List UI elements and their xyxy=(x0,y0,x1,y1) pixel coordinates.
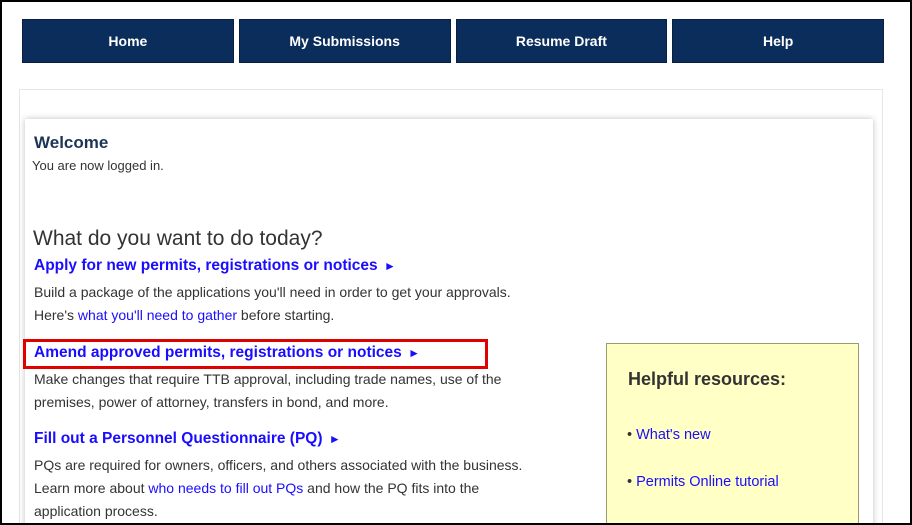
amend-link-label: Amend approved permits, registrations or… xyxy=(34,344,402,361)
what-to-gather-link[interactable]: what you'll need to gather xyxy=(78,307,237,323)
bullet-icon: • xyxy=(627,427,633,443)
tutorial-label: Permits Online tutorial xyxy=(636,474,779,490)
who-needs-pq-link[interactable]: who needs to fill out PQs xyxy=(148,480,303,496)
nav-help-button[interactable]: Help xyxy=(672,19,884,63)
play-arrow-icon: ► xyxy=(383,259,396,273)
apply-desc-prefix: Here's xyxy=(34,307,78,323)
play-arrow-icon: ► xyxy=(328,432,341,446)
helpful-resources-panel: Helpful resources: • What's new • Permits … xyxy=(606,343,859,523)
apply-desc-suffix: before starting. xyxy=(237,307,335,323)
apply-description-line2: Here's what you'll need to gather before… xyxy=(34,304,334,327)
bullet-icon: • xyxy=(627,474,633,490)
welcome-title: Welcome xyxy=(34,133,109,152)
page-question-heading: What do you want to do today? xyxy=(33,227,323,250)
whats-new-link[interactable]: • What's new xyxy=(627,427,711,443)
apply-new-permits-link[interactable]: Apply for new permits, registrations or … xyxy=(34,257,396,275)
apply-link-label: Apply for new permits, registrations or … xyxy=(34,257,378,274)
amend-approved-permits-link[interactable]: Amend approved permits, registrations or… xyxy=(34,344,420,362)
pq-desc-prefix: Learn more about xyxy=(34,480,149,496)
whats-new-label: What's new xyxy=(636,427,711,443)
play-arrow-icon: ► xyxy=(408,346,420,360)
nav-home-button[interactable]: Home xyxy=(22,19,234,63)
main-nav: Home My Submissions Resume Draft Help xyxy=(22,19,884,63)
pq-description-line3: application process. xyxy=(34,503,158,519)
apply-description-line1: Build a package of the applications you'… xyxy=(34,284,511,300)
nav-my-submissions-button[interactable]: My Submissions xyxy=(238,19,451,63)
amend-description-line1: Make changes that require TTB approval, … xyxy=(34,371,502,387)
amend-description-line2: premises, power of attorney, transfers i… xyxy=(34,394,389,410)
welcome-subtitle: You are now logged in. xyxy=(32,158,164,173)
pq-description-line2: Learn more about who needs to fill out P… xyxy=(34,477,479,500)
personnel-questionnaire-link[interactable]: Fill out a Personnel Questionnaire (PQ) … xyxy=(34,430,341,448)
permits-online-tutorial-link[interactable]: • Permits Online tutorial xyxy=(627,474,779,490)
nav-resume-draft-button[interactable]: Resume Draft xyxy=(455,19,668,63)
pq-link-label: Fill out a Personnel Questionnaire (PQ) xyxy=(34,430,323,447)
pq-description-line1: PQs are required for owners, officers, a… xyxy=(34,457,523,473)
screenshot-frame: Home My Submissions Resume Draft Help We… xyxy=(0,0,912,525)
resources-title: Helpful resources: xyxy=(628,369,787,389)
pq-desc-suffix: and how the PQ fits into the xyxy=(303,480,480,496)
